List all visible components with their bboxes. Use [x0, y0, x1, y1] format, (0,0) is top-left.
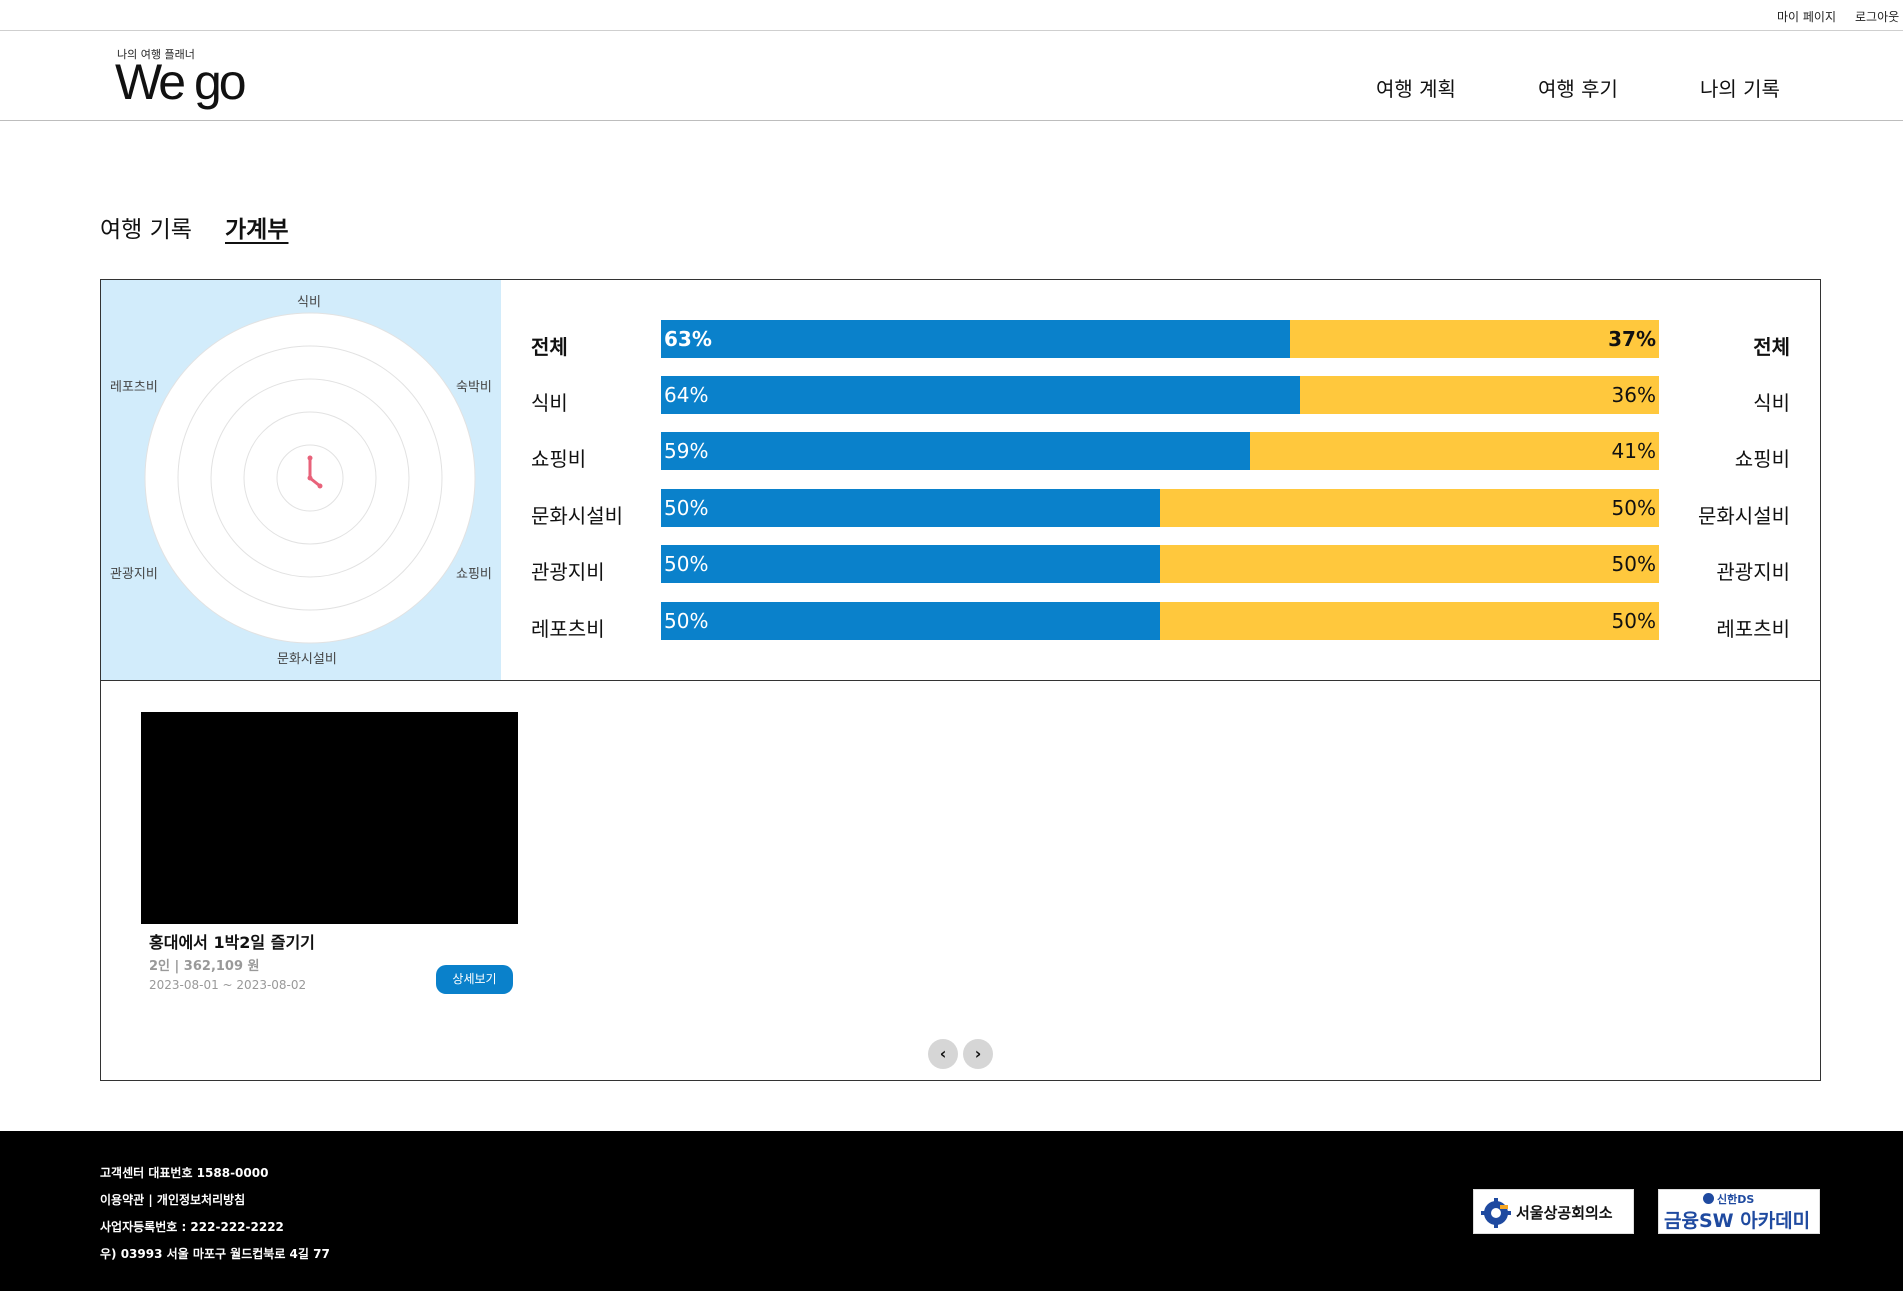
radar-label-leisure: 레포츠비: [110, 380, 158, 395]
mypage-link[interactable]: 마이 페이지: [1777, 8, 1836, 25]
comparison-row-total: 전체 63% 37% 전체: [501, 319, 1820, 375]
radar-point: [307, 455, 313, 461]
bar-pct-left: 50%: [664, 609, 709, 633]
tab-account-book[interactable]: 가계부: [225, 210, 288, 244]
gear-icon: [1481, 1198, 1511, 1228]
tab-travel-record[interactable]: 여행 기록: [100, 210, 192, 244]
bar-fill-mine: [661, 376, 1300, 414]
bar-fill-mine: [661, 320, 1290, 358]
partner2-subtitle: 신한DS: [1717, 1193, 1755, 1206]
row-label-left: 레포츠비: [531, 617, 605, 641]
prev-page-button[interactable]: ‹: [928, 1039, 958, 1069]
utility-bar: 마이 페이지 로그아웃: [0, 0, 1903, 31]
bar-pct-right: 50%: [1611, 552, 1656, 576]
row-label-right: 전체: [1753, 335, 1790, 359]
bar-fill-mine: [661, 489, 1160, 527]
row-label-right: 관광지비: [1716, 560, 1790, 584]
trip-thumbnail[interactable]: [141, 712, 518, 924]
radar-label-shopping: 쇼핑비: [456, 567, 492, 582]
partner-logo-shinhan-academy[interactable]: 신한DS 금융SW 아카데미: [1658, 1189, 1820, 1234]
comparison-row-leisure: 레포츠비 50% 50% 레포츠비: [501, 601, 1820, 657]
comparison-row-sightseeing: 관광지비 50% 50% 관광지비: [501, 544, 1820, 600]
partner2-name: 금융SW 아카데미: [1664, 1210, 1811, 1232]
radar-label-lodging: 숙박비: [456, 380, 492, 395]
radar-point: [307, 475, 313, 481]
comparison-row-shopping: 쇼핑비 59% 41% 쇼핑비: [501, 431, 1820, 487]
trip-date: 2023-08-01 ~ 2023-08-02: [149, 978, 307, 992]
bar-fill-mine: [661, 545, 1160, 583]
comparison-bar: 64% 36%: [661, 376, 1659, 414]
row-label-left: 문화시설비: [531, 504, 623, 528]
radar-chart: 식비 숙박비 쇼핑비 문화시설비 관광지비 레포츠비: [101, 280, 501, 680]
radar-label-food: 식비: [297, 295, 321, 310]
bar-fill-mine: [661, 602, 1160, 640]
radar-label-sightseeing: 관광지비: [110, 567, 158, 582]
row-label-right: 문화시설비: [1698, 504, 1790, 528]
row-label-right: 쇼핑비: [1734, 447, 1790, 471]
trip-title: 홍대에서 1박2일 즐기기: [149, 933, 315, 952]
site-header: 나의 여행 플래너 We go 여행 계획 여행 후기 나의 기록: [0, 31, 1903, 121]
detail-button[interactable]: 상세보기: [436, 965, 513, 994]
comparison-bar: 50% 50%: [661, 602, 1659, 640]
nav-trip-plan[interactable]: 여행 계획: [1376, 73, 1456, 102]
comparison-bar: 50% 50%: [661, 489, 1659, 527]
footer-address: 우) 03993 서울 마포구 월드컵북로 4길 77: [100, 1247, 330, 1261]
bar-pct-left: 50%: [664, 496, 709, 520]
shinhan-s-icon: [1703, 1193, 1714, 1204]
row-label-left: 관광지비: [531, 560, 605, 584]
comparison-row-culture: 문화시설비 50% 50% 문화시설비: [501, 488, 1820, 544]
comparison-row-food: 식비 64% 36% 식비: [501, 375, 1820, 431]
row-label-left: 쇼핑비: [531, 447, 587, 471]
partner1-name: 서울상공회의소: [1516, 1204, 1613, 1222]
row-label-right: 레포츠비: [1716, 617, 1790, 641]
comparison-bar: 50% 50%: [661, 545, 1659, 583]
site-footer: 고객센터 대표번호 1588-0000 이용약관 | 개인정보처리방침 사업자등…: [0, 1131, 1903, 1291]
logout-link[interactable]: 로그아웃: [1855, 8, 1899, 25]
bar-pct-right: 50%: [1611, 496, 1656, 520]
bar-pct-left: 63%: [664, 327, 712, 351]
row-label-right: 식비: [1753, 391, 1790, 415]
bar-pct-left: 50%: [664, 552, 709, 576]
bar-fill-mine: [661, 432, 1250, 470]
next-page-button[interactable]: ›: [963, 1039, 993, 1069]
radar-point: [317, 483, 323, 489]
bar-pct-left: 64%: [664, 383, 709, 407]
trip-list-panel: 홍대에서 1박2일 즐기기 2인 | 362,109 원 2023-08-01 …: [100, 680, 1821, 1081]
bar-pct-right: 36%: [1611, 383, 1656, 407]
radar-label-culture: 문화시설비: [277, 652, 337, 667]
bar-pct-left: 59%: [664, 439, 709, 463]
bar-pct-right: 41%: [1611, 439, 1656, 463]
nav-my-records[interactable]: 나의 기록: [1700, 73, 1780, 102]
footer-business-number: 사업자등록번호 : 222-222-2222: [100, 1220, 284, 1234]
partner-logo-seoul-chamber[interactable]: 서울상공회의소: [1473, 1189, 1634, 1234]
trip-meta: 2인 | 362,109 원: [149, 959, 260, 974]
logo[interactable]: We go: [115, 57, 247, 107]
row-label-left: 전체: [531, 335, 568, 359]
bar-pct-right: 37%: [1608, 327, 1656, 351]
expense-stats-panel: 식비 숙박비 쇼핑비 문화시설비 관광지비 레포츠비 전체 63% 37% 전체…: [100, 279, 1821, 681]
comparison-bar: 59% 41%: [661, 432, 1659, 470]
nav-trip-review[interactable]: 여행 후기: [1538, 73, 1618, 102]
footer-phone: 고객센터 대표번호 1588-0000: [100, 1166, 269, 1180]
row-label-left: 식비: [531, 391, 568, 415]
footer-terms-links[interactable]: 이용약관 | 개인정보처리방침: [100, 1191, 245, 1208]
comparison-bar: 63% 37%: [661, 320, 1659, 358]
bar-pct-right: 50%: [1611, 609, 1656, 633]
